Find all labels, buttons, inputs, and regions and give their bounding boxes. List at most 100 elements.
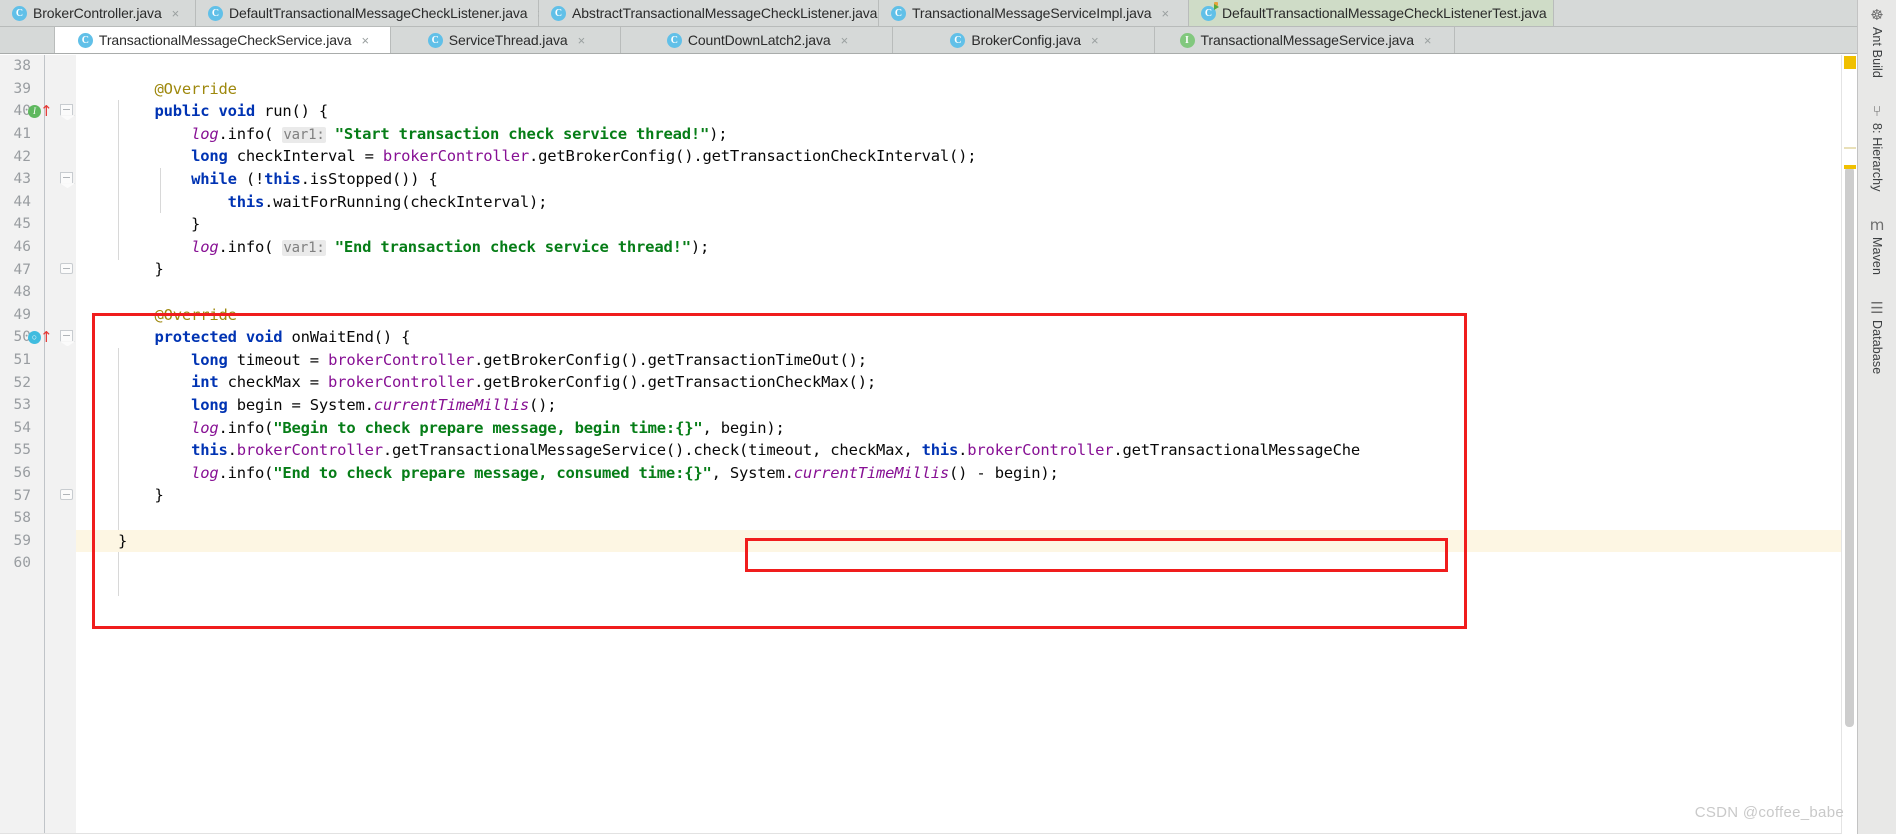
code-token: this [227, 192, 265, 211]
gutter-line[interactable]: 42 [0, 145, 75, 168]
tool-window-button-database[interactable]: ☰ Database [1870, 300, 1884, 374]
gutter-line[interactable]: 57 [0, 484, 75, 507]
gutter-line[interactable]: 46 [0, 236, 75, 259]
line-number: 59 [13, 532, 31, 549]
code-fold-handle[interactable] [60, 104, 73, 118]
gutter-line[interactable]: 44 [0, 191, 75, 214]
code-token: begin = System. [236, 396, 374, 414]
code-line[interactable]: this.brokerController.getTransactionalMe… [76, 439, 1857, 462]
editor-tab-close-icon[interactable]: × [361, 34, 369, 47]
editor-tab[interactable]: C DefaultTransactionalMessageCheckListene… [196, 0, 545, 26]
code-line[interactable] [76, 552, 1857, 575]
code-line[interactable]: } [76, 484, 1857, 507]
editor-tab[interactable]: I TransactionalMessageService.java × [1155, 27, 1455, 53]
code-line[interactable]: public void run() { [76, 100, 1857, 123]
editor-tab[interactable]: C DefaultTransactionalMessageCheckListene… [1189, 0, 1564, 26]
editor-tab-label: ServiceThread.java [448, 32, 568, 48]
gutter-line[interactable]: 39 [0, 78, 75, 101]
code-line[interactable]: long timeout = brokerController.getBroke… [76, 349, 1857, 372]
code-line[interactable]: protected void onWaitEnd() { [76, 326, 1857, 349]
code-token: . [958, 441, 968, 460]
editor-tab[interactable]: C ServiceThread.java × [391, 27, 621, 53]
line-number: 46 [13, 239, 31, 256]
code-line[interactable]: long begin = System.currentTimeMillis(); [76, 394, 1857, 417]
editor-tab-row-2: C TransactionalMessageCheckService.java × C… [0, 27, 1857, 54]
editor-tab[interactable]: C TransactionalMessageCheckService.java × [55, 27, 391, 53]
tool-window-button-ant-build[interactable]: ☸ Ant Build [1870, 8, 1884, 78]
editor-tab-close-icon[interactable]: × [1161, 7, 1169, 20]
code-token: , System. [711, 463, 794, 482]
code-line[interactable]: } [76, 258, 1857, 281]
gutter-line[interactable]: 59 [0, 530, 75, 553]
gutter-line[interactable]: 41 [0, 123, 75, 146]
editor-tab[interactable]: C CountDownLatch2.java × [621, 27, 893, 53]
changed-line-stripe-1[interactable] [1844, 147, 1856, 149]
gutter-line[interactable]: 51 [0, 349, 75, 372]
editor-gutter[interactable]: 38 39 40 I ↑ 41 42 43 44 45 46 47 48 49 50 ○ ↑ 51 52 53 54 55… [0, 55, 76, 834]
overridden-method-marker[interactable]: I ↑ [28, 103, 53, 119]
gutter-line[interactable]: 54 [0, 417, 75, 440]
code-line[interactable]: } [76, 529, 1857, 553]
editor-tab-close-icon[interactable]: × [1424, 34, 1432, 47]
editor-tab[interactable]: C BrokerConfig.java × [893, 27, 1155, 53]
gutter-line[interactable]: 53 [0, 394, 75, 417]
code-token: "Begin to check prepare message, begin t… [273, 418, 703, 437]
code-line[interactable]: log.info("End to check prepare message, … [76, 462, 1857, 485]
line-number: 49 [13, 306, 31, 323]
editor-tab-close-icon[interactable]: × [172, 7, 180, 20]
tool-window-button-hierarchy[interactable]: ⑂ 8: Hierarchy [1870, 103, 1884, 191]
warning-marker[interactable] [1844, 56, 1856, 69]
gutter-line[interactable]: 43 [0, 168, 75, 191]
code-token: onWaitEnd() { [291, 328, 411, 347]
tool-window-button-maven[interactable]: m Maven [1870, 217, 1885, 275]
editor-tab[interactable]: C AbstractTransactionalMessageCheckListen… [539, 0, 895, 26]
code-line[interactable]: log.info("Begin to check prepare message… [76, 417, 1857, 440]
editor-tab[interactable]: C TransactionalMessageServiceImpl.java × [879, 0, 1189, 26]
editor-tab-close-icon[interactable]: × [841, 34, 849, 47]
code-fold-handle[interactable] [60, 262, 73, 277]
editor-tab[interactable]: C BrokerController.java × [0, 0, 196, 26]
code-line[interactable]: this.waitForRunning(checkInterval); [76, 191, 1857, 214]
editor-tab-close-icon[interactable]: × [578, 34, 586, 47]
editor-tab-close-icon[interactable]: × [1091, 34, 1099, 47]
gutter-line[interactable]: 49 [0, 304, 75, 327]
code-line[interactable] [76, 55, 1857, 78]
editor-marker-bar[interactable] [1841, 55, 1857, 834]
code-line[interactable]: log.info( var1: "Start transaction check… [76, 123, 1857, 146]
gutter-line[interactable]: 52 [0, 371, 75, 394]
code-fold-handle[interactable] [60, 330, 73, 344]
gutter-line[interactable]: 47 [0, 258, 75, 281]
changed-line-stripe-2[interactable] [1844, 165, 1856, 169]
right-tool-window-strip[interactable]: ☸ Ant Build ⑂ 8: Hierarchy m Maven ☰ Database [1857, 0, 1896, 834]
code-line[interactable]: } [76, 213, 1857, 236]
gutter-line[interactable]: 50 ○ ↑ [0, 326, 75, 349]
gutter-line[interactable]: 60 [0, 552, 75, 575]
code-token: .info( [218, 463, 274, 482]
gutter-line[interactable]: 48 [0, 281, 75, 304]
code-line[interactable]: while (!this.isStopped()) { [76, 168, 1857, 191]
gutter-line[interactable]: 45 [0, 213, 75, 236]
code-fold-handle[interactable] [60, 172, 73, 186]
gutter-line[interactable]: 58 [0, 507, 75, 530]
code-line[interactable]: long checkInterval = brokerController.ge… [76, 145, 1857, 168]
line-number: 50 [13, 329, 31, 346]
gutter-line[interactable]: 55 [0, 439, 75, 462]
gutter-line[interactable]: 38 [0, 55, 75, 78]
code-editor[interactable]: 38 39 40 I ↑ 41 42 43 44 45 46 47 48 49 50 ○ ↑ 51 52 53 54 55… [0, 55, 1857, 834]
code-line[interactable]: int checkMax = brokerController.getBroke… [76, 371, 1857, 394]
overridden-method-marker[interactable]: ○ ↑ [28, 329, 53, 345]
code-line[interactable]: log.info( var1: "End transaction check s… [76, 236, 1857, 259]
gutter-line[interactable]: 40 I ↑ [0, 100, 75, 123]
code-token: brokerController [967, 441, 1114, 460]
code-line[interactable]: @Override [76, 304, 1857, 327]
code-text-area[interactable]: @Override public void run() { log.info( … [76, 55, 1857, 834]
line-number: 39 [13, 80, 31, 97]
code-fold-handle[interactable] [60, 488, 73, 503]
code-line[interactable] [76, 507, 1857, 530]
java-class-icon: C [12, 5, 27, 21]
code-token: int [191, 373, 228, 392]
vertical-scrollbar-thumb[interactable] [1845, 167, 1854, 727]
gutter-line[interactable]: 56 [0, 462, 75, 485]
code-line[interactable] [76, 281, 1857, 304]
code-line[interactable]: @Override [76, 78, 1857, 101]
